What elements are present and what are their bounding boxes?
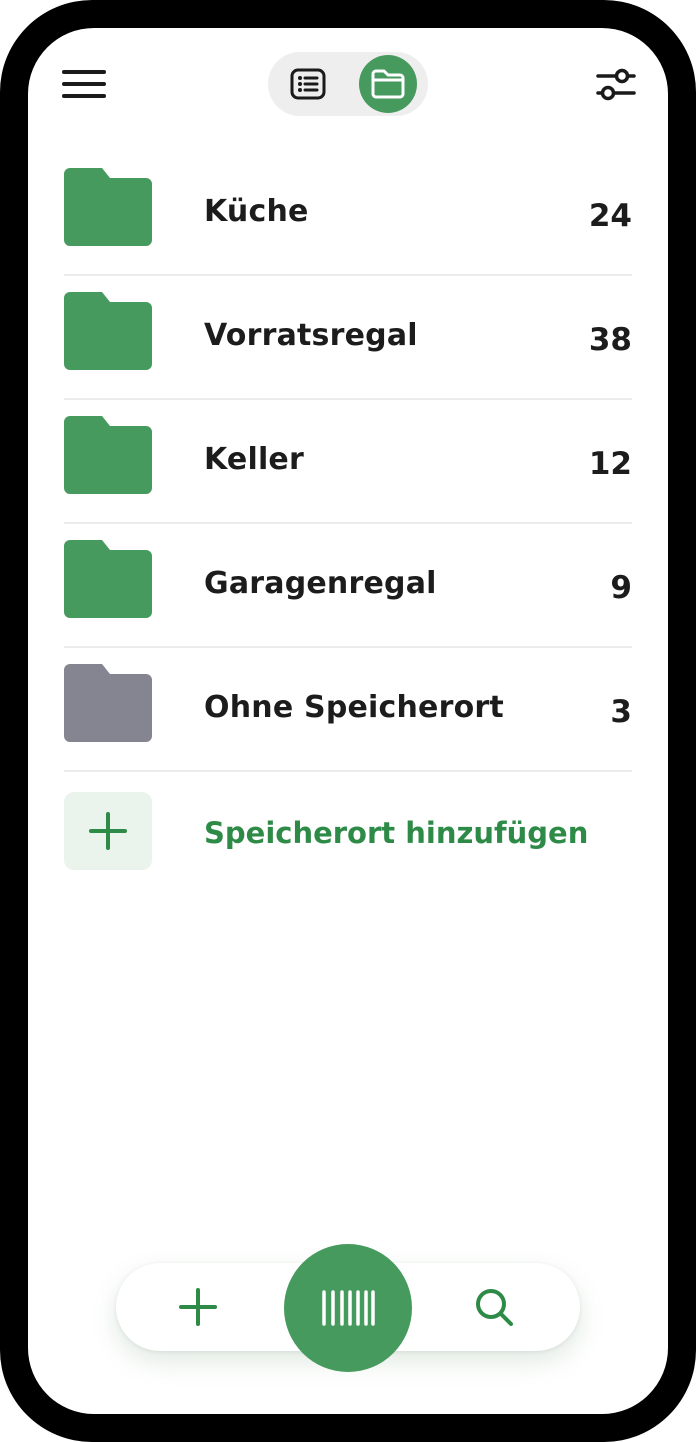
item-count: 9 [610, 570, 632, 606]
location-row[interactable]: Keller 12 [64, 400, 632, 524]
folder-icon [64, 292, 152, 370]
search-icon [476, 1289, 513, 1326]
list-view-icon [290, 68, 326, 100]
folder-icon [64, 168, 152, 246]
plus-icon [89, 812, 127, 850]
barcode-icon [322, 1290, 375, 1326]
item-count: 3 [610, 694, 632, 730]
plus-icon [179, 1288, 217, 1326]
location-name: Ohne Speicherort [204, 690, 504, 725]
item-count: 12 [588, 446, 632, 482]
app-screen: Küche 24 Vorratsregal 38 Keller 12 Garag… [28, 28, 668, 1414]
location-row[interactable]: Garagenregal 9 [64, 524, 632, 648]
list-view-toggle[interactable] [280, 59, 336, 109]
add-location-label: Speicherort hinzufügen [204, 816, 589, 850]
location-name: Keller [204, 442, 304, 477]
scan-barcode-button[interactable] [284, 1244, 412, 1372]
search-button[interactable] [470, 1283, 518, 1331]
folder-icon [64, 664, 152, 742]
location-row[interactable]: Ohne Speicherort 3 [64, 648, 632, 772]
view-toggle [268, 52, 428, 116]
phone-frame: Küche 24 Vorratsregal 38 Keller 12 Garag… [0, 0, 696, 1442]
sliders-filter-icon[interactable] [594, 66, 638, 104]
item-count: 38 [588, 322, 632, 358]
location-name: Küche [204, 194, 309, 229]
folder-icon [64, 540, 152, 618]
location-row[interactable]: Vorratsregal 38 [64, 276, 632, 400]
folder-icon [64, 416, 152, 494]
location-name: Garagenregal [204, 566, 437, 601]
add-location-button[interactable]: Speicherort hinzufügen [64, 772, 632, 872]
folder-view-icon [371, 69, 405, 99]
item-count: 24 [588, 198, 632, 234]
add-location-tile [64, 792, 152, 870]
hamburger-menu-icon[interactable] [62, 68, 106, 100]
location-row[interactable]: Küche 24 [64, 152, 632, 276]
add-item-button[interactable] [174, 1283, 222, 1331]
folder-view-toggle[interactable] [359, 55, 417, 113]
location-name: Vorratsregal [204, 318, 418, 353]
location-list: Küche 24 Vorratsregal 38 Keller 12 Garag… [64, 152, 632, 872]
